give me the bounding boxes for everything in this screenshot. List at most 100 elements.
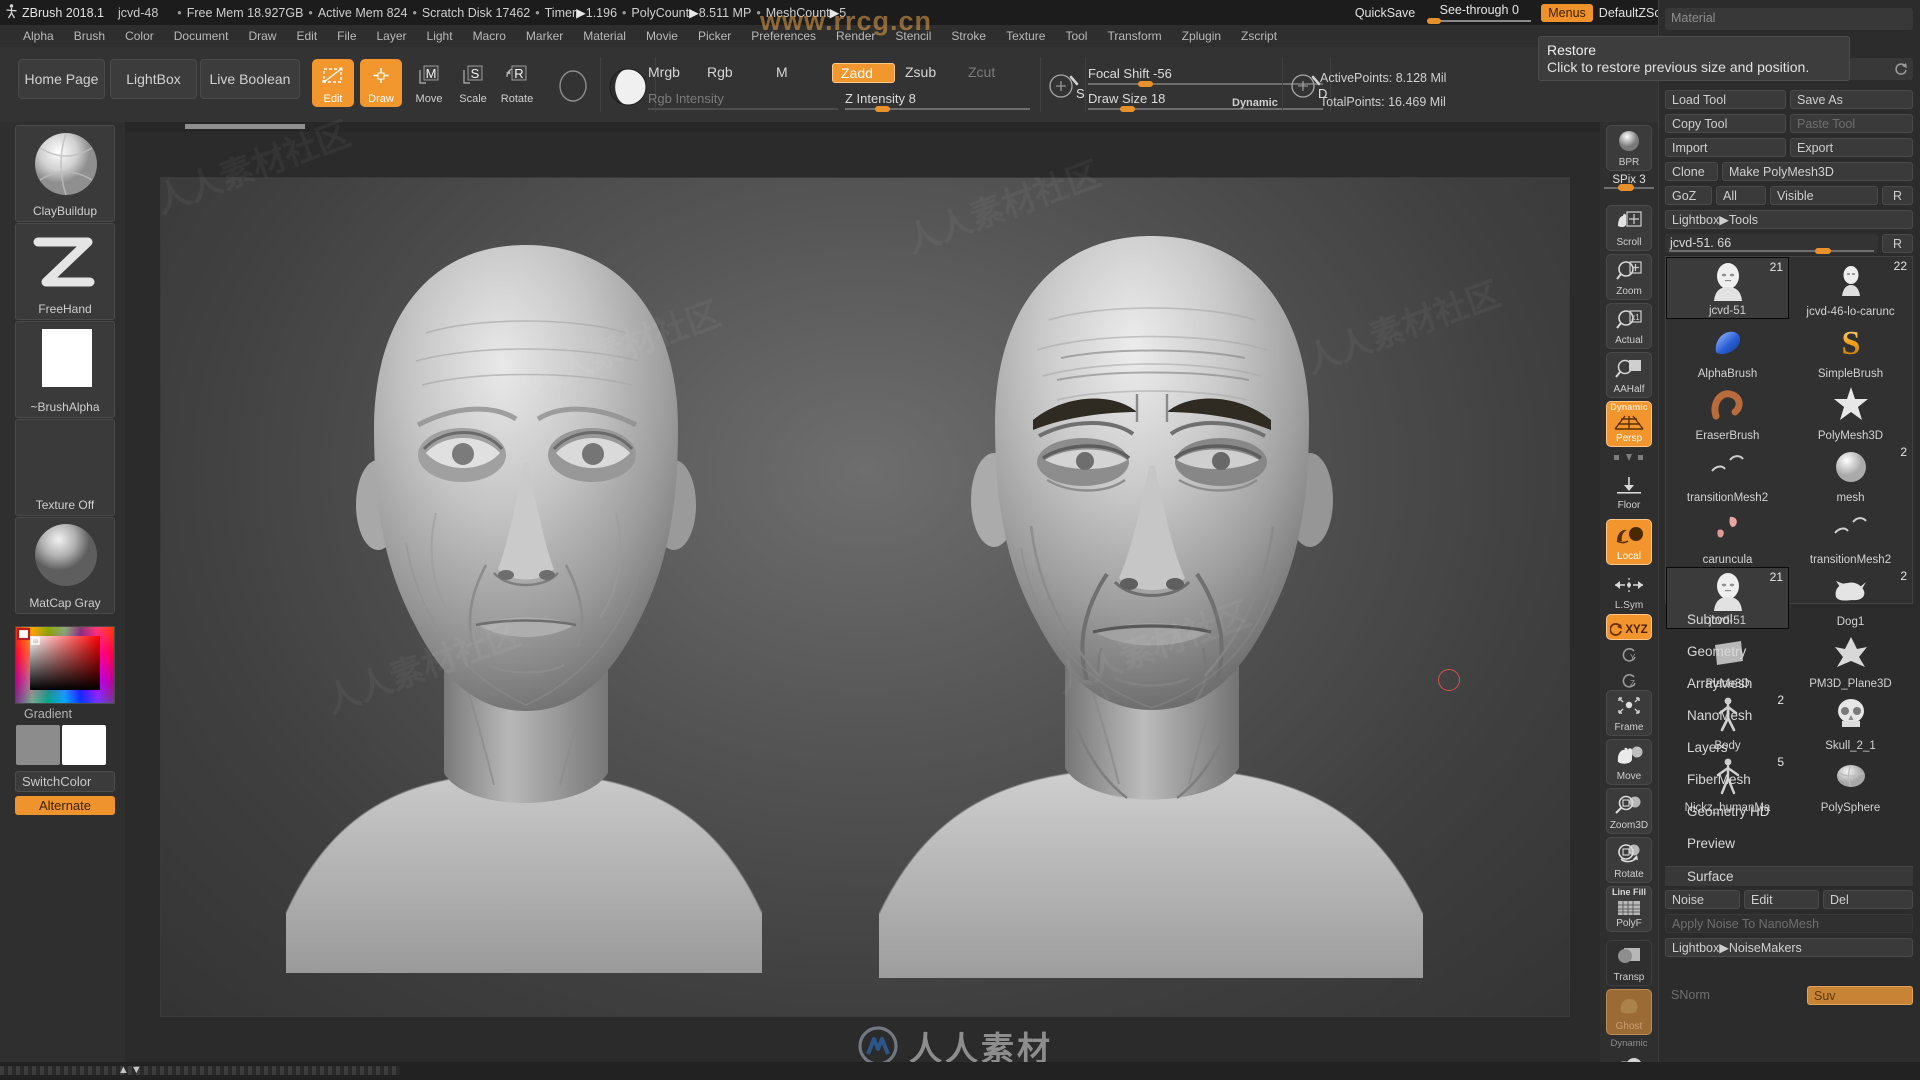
menu-item-edit[interactable]: Edit: [287, 27, 326, 45]
stroke-palette[interactable]: FreeHand: [15, 223, 115, 320]
suv-button[interactable]: Suv: [1807, 986, 1913, 1005]
zadd-button[interactable]: Zadd: [832, 63, 895, 83]
menu-item-color[interactable]: Color: [116, 27, 163, 45]
tool-thumbnail-mesh[interactable]: 2 mesh: [1789, 443, 1912, 505]
see-through-knob[interactable]: [1427, 18, 1442, 24]
zoom-button[interactable]: Zoom: [1606, 254, 1652, 300]
z-intensity-slider[interactable]: Z Intensity 8: [845, 90, 1035, 112]
menu-item-material[interactable]: Material: [574, 27, 635, 45]
goz-all-button[interactable]: All: [1716, 186, 1766, 205]
menu-item-texture[interactable]: Texture: [997, 27, 1054, 45]
fibermesh-section[interactable]: FiberMesh: [1665, 770, 1913, 790]
menu-item-macro[interactable]: Macro: [464, 27, 515, 45]
menu-item-picker[interactable]: Picker: [689, 27, 740, 45]
polyframe-button[interactable]: Line Fill PolyF: [1606, 886, 1652, 932]
local-transform-button[interactable]: Local: [1606, 519, 1652, 565]
tool-thumbnail-size-slider[interactable]: jcvd-51. 66: [1665, 234, 1878, 254]
canvas-area[interactable]: [125, 122, 1600, 1062]
m-button[interactable]: M: [776, 64, 788, 80]
actual-size-button[interactable]: x1 Actual: [1606, 303, 1652, 349]
menu-item-stencil[interactable]: Stencil: [886, 27, 940, 45]
menu-item-document[interactable]: Document: [165, 27, 238, 45]
see-through-slider[interactable]: See-through 0: [1423, 0, 1535, 25]
rotate-3d-button[interactable]: Rotate: [1606, 837, 1652, 883]
material-section-header[interactable]: Material: [1665, 8, 1913, 30]
menu-item-preferences[interactable]: Preferences: [742, 27, 825, 45]
nanomesh-section[interactable]: NanoMesh: [1665, 706, 1913, 726]
rgb-intensity-slider[interactable]: Rgb Intensity: [648, 90, 848, 110]
menu-item-layer[interactable]: Layer: [368, 27, 416, 45]
document-canvas[interactable]: [160, 177, 1570, 1017]
layers-section[interactable]: Layers: [1665, 738, 1913, 758]
spix-slider[interactable]: SPix 3: [1604, 174, 1654, 191]
aahalf-button[interactable]: AAHalf: [1606, 352, 1652, 398]
color-picker[interactable]: [15, 626, 115, 704]
clone-button[interactable]: Clone: [1665, 162, 1718, 181]
lightbox-noisemakers-button[interactable]: Lightbox▶NoiseMakers: [1665, 938, 1913, 957]
alternate-button[interactable]: Alternate: [15, 796, 115, 815]
move-3d-button[interactable]: Move: [1606, 739, 1652, 785]
xyz-button[interactable]: XYZ: [1606, 614, 1652, 640]
switch-color-button[interactable]: SwitchColor: [15, 771, 115, 792]
gradient-label[interactable]: Gradient: [24, 707, 72, 721]
import-button[interactable]: Import: [1665, 138, 1786, 157]
geometry-hd-section[interactable]: Geometry HD: [1665, 802, 1913, 822]
goz-visible-button[interactable]: Visible: [1770, 186, 1878, 205]
lightbox-tools-button[interactable]: Lightbox▶Tools: [1665, 210, 1913, 229]
draw-button[interactable]: Draw: [360, 59, 402, 107]
menu-item-transform[interactable]: Transform: [1098, 27, 1170, 45]
texture-palette[interactable]: Texture Off: [15, 419, 115, 516]
tool-slider-reset-button[interactable]: R: [1882, 234, 1913, 253]
noise-edit-button[interactable]: Edit: [1744, 890, 1819, 909]
tool-thumbnail-simplebrush[interactable]: S SimpleBrush: [1789, 319, 1912, 381]
perspective-button[interactable]: Dynamic Persp: [1606, 401, 1652, 447]
edit-button[interactable]: Edit: [312, 59, 354, 107]
goz-r-button[interactable]: R: [1882, 186, 1913, 205]
live-boolean-button[interactable]: Live Boolean: [200, 59, 300, 99]
subtool-section[interactable]: Subtool: [1665, 610, 1913, 630]
geometry-section[interactable]: Geometry: [1665, 642, 1913, 662]
perspective-sub-icons[interactable]: [1606, 450, 1652, 466]
scale-button[interactable]: S Scale: [452, 59, 494, 107]
floor-button[interactable]: Floor: [1606, 468, 1652, 514]
menu-item-file[interactable]: File: [328, 27, 365, 45]
primary-color-swatch[interactable]: [16, 725, 60, 765]
menu-item-brush[interactable]: Brush: [65, 27, 114, 45]
menu-item-light[interactable]: Light: [418, 27, 462, 45]
lightbox-button[interactable]: LightBox: [110, 59, 197, 99]
frame-button[interactable]: Frame: [1606, 690, 1652, 736]
menu-item-alpha[interactable]: Alpha: [14, 27, 63, 45]
scroll-button[interactable]: Scroll: [1606, 205, 1652, 251]
tool-reset-icon[interactable]: [1894, 62, 1908, 81]
goz-button[interactable]: GoZ: [1665, 186, 1712, 205]
menu-item-stroke[interactable]: Stroke: [942, 27, 995, 45]
tool-thumbnail-jcvd-51[interactable]: 21 jcvd-51: [1666, 257, 1789, 319]
tool-thumbnail-transitionmesh2[interactable]: transitionMesh2: [1789, 505, 1912, 567]
quicksave-button[interactable]: QuickSave: [1347, 6, 1423, 20]
rotate-button[interactable]: R Rotate: [496, 59, 538, 107]
tool-thumbnail-alphabrush[interactable]: AlphaBrush: [1666, 319, 1789, 381]
save-as-button[interactable]: Save As: [1790, 90, 1913, 109]
tool-thumbnail-polymesh3d[interactable]: PolyMesh3D: [1789, 381, 1912, 443]
zoom-3d-button[interactable]: Zoom3D: [1606, 788, 1652, 834]
arraymesh-section[interactable]: ArrayMesh: [1665, 674, 1913, 694]
mrgb-button[interactable]: Mrgb: [648, 64, 680, 80]
brush-preview-thumb[interactable]: [556, 69, 590, 108]
menu-item-draw[interactable]: Draw: [239, 27, 285, 45]
tray-resize-handle[interactable]: ▲▼: [118, 1064, 144, 1076]
menu-item-movie[interactable]: Movie: [637, 27, 687, 45]
home-page-button[interactable]: Home Page: [18, 59, 105, 99]
menu-item-marker[interactable]: Marker: [517, 27, 572, 45]
dynamic-label[interactable]: Dynamic: [1232, 97, 1278, 109]
tool-thumbnail-jcvd-46-lo-carunc[interactable]: 22 jcvd-46-lo-carunc: [1789, 257, 1912, 319]
menu-item-zscript[interactable]: Zscript: [1232, 27, 1286, 45]
alpha-palette[interactable]: ~BrushAlpha: [15, 321, 115, 418]
bpr-render-button[interactable]: BPR: [1606, 125, 1652, 171]
brush-palette[interactable]: ClayBuildup: [15, 125, 115, 222]
move-button[interactable]: M Move: [408, 59, 450, 107]
y-axis-toggle[interactable]: Y: [1606, 642, 1652, 668]
ghost-button[interactable]: Ghost: [1606, 989, 1652, 1035]
zsub-button[interactable]: Zsub: [905, 64, 936, 80]
tool-thumbnail-caruncula[interactable]: caruncula: [1666, 505, 1789, 567]
tool-thumbnail-eraserbrush[interactable]: EraserBrush: [1666, 381, 1789, 443]
